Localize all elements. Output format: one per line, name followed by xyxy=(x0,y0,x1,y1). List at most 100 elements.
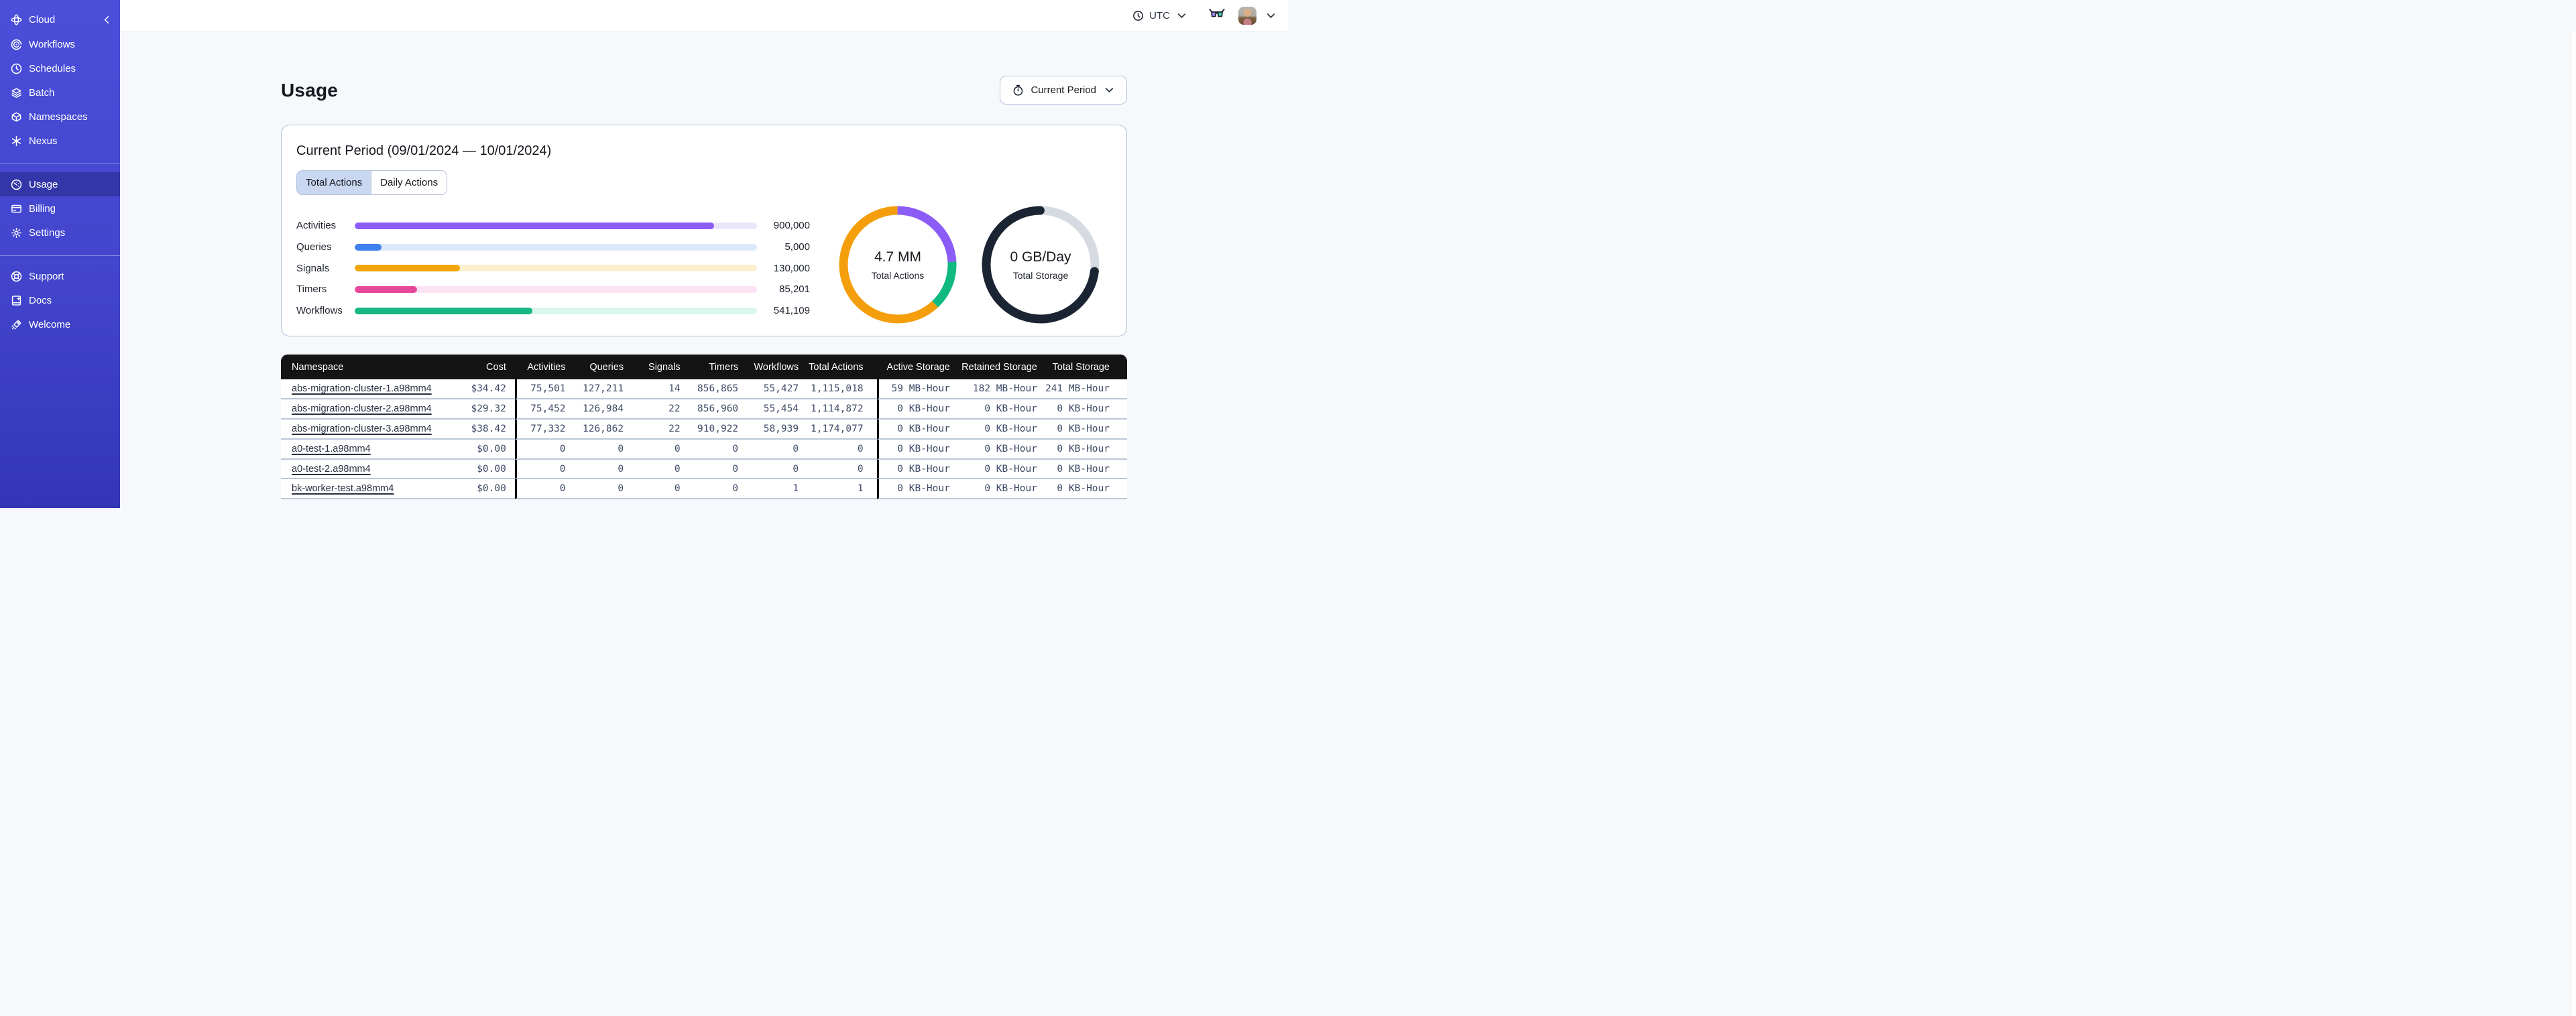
cell-retained-storage: 0 KB-Hour xyxy=(957,479,1045,500)
table-row: abs-migration-cluster-1.a98mm4 $34.42 75,5… xyxy=(281,379,1127,399)
table-row: a0-test-1.a98mm4 $0.00 0 0 0 0 0 0 0 KB-Hour 0 KB… xyxy=(281,439,1127,460)
clock-icon xyxy=(1131,9,1145,23)
sidebar-item-billing[interactable]: Billing xyxy=(0,196,120,220)
cell-workflows: 0 xyxy=(746,459,807,480)
sidebar-item-label: Namespaces xyxy=(29,111,88,123)
table-body: abs-migration-cluster-1.a98mm4 $34.42 75,5… xyxy=(281,379,1127,500)
cell-active-storage: 0 KB-Hour xyxy=(876,419,958,440)
cell-signals: 0 xyxy=(632,479,689,500)
sidebar-item-welcome[interactable]: Welcome xyxy=(0,312,120,336)
lifebuoy-icon xyxy=(9,269,23,283)
sidebar-brand[interactable]: Cloud xyxy=(0,7,120,32)
namespace-cell[interactable]: a0-test-2.a98mm4 xyxy=(281,459,434,480)
sidebar-item-usage[interactable]: Usage xyxy=(0,172,120,196)
cell-total-actions: 1,174,077 xyxy=(807,419,877,440)
labs-mode-toggle[interactable] xyxy=(1208,7,1226,24)
temporal-logo-icon xyxy=(9,13,23,26)
sidebar-item-schedules[interactable]: Schedules xyxy=(0,56,120,80)
cell-total-actions: 0 xyxy=(807,459,877,480)
cell-activities: 77,332 xyxy=(514,419,574,440)
cell-total-actions: 1 xyxy=(807,479,877,500)
avatar[interactable] xyxy=(1238,7,1256,25)
sidebar-item-batch[interactable]: Batch xyxy=(0,80,120,105)
timezone-label: UTC xyxy=(1149,10,1170,21)
table-row: abs-migration-cluster-2.a98mm4 $29.32 75,4… xyxy=(281,399,1127,420)
namespace-link[interactable]: abs-migration-cluster-2.a98mm4 xyxy=(292,403,432,414)
bar-track xyxy=(355,307,757,314)
cell-cost: $0.00 xyxy=(434,439,515,460)
cell-total-storage: 0 KB-Hour xyxy=(1045,459,1127,480)
brand-label: Cloud xyxy=(29,13,56,25)
column-header-signals: Signals xyxy=(632,355,689,379)
stopwatch-icon xyxy=(1011,84,1024,97)
collapse-sidebar-button[interactable] xyxy=(100,13,113,26)
cell-total-actions: 1,115,018 xyxy=(807,379,877,399)
usage-bar-chart: Activities 900,000 Queries 5,000 Signals… xyxy=(296,215,810,321)
usage-bar-row: Timers 85,201 xyxy=(296,279,810,300)
namespace-link[interactable]: bk-worker-test.a98mm4 xyxy=(292,483,394,494)
sidebar-item-docs[interactable]: Docs xyxy=(0,288,120,312)
gauge-icon xyxy=(9,178,23,191)
namespace-link[interactable]: abs-migration-cluster-3.a98mm4 xyxy=(292,424,432,434)
period-selector-button[interactable]: Current Period xyxy=(1000,76,1127,105)
cell-workflows: 55,427 xyxy=(746,379,807,399)
cell-signals: 22 xyxy=(632,419,689,440)
cell-cost: $34.42 xyxy=(434,379,515,399)
account-menu-button[interactable] xyxy=(1264,9,1277,23)
main-area: UTC Usage Current Period Current Period … xyxy=(120,0,1288,508)
bar-label: Queries xyxy=(296,241,332,253)
column-header-workflows: Workflows xyxy=(746,355,807,379)
cell-signals: 14 xyxy=(632,379,689,399)
cell-timers: 910,922 xyxy=(688,419,747,440)
cell-timers: 856,960 xyxy=(688,399,747,420)
bar-label: Timers xyxy=(296,283,327,296)
cell-retained-storage: 0 KB-Hour xyxy=(957,399,1045,420)
topbar: UTC xyxy=(120,0,1288,32)
namespace-link[interactable]: a0-test-2.a98mm4 xyxy=(292,464,371,474)
sidebar-item-label: Support xyxy=(29,270,64,282)
sidebar-item-label: Welcome xyxy=(29,318,71,330)
namespace-cell[interactable]: abs-migration-cluster-3.a98mm4 xyxy=(281,419,434,440)
sidebar-item-workflows[interactable]: Workflows xyxy=(0,32,120,56)
cell-total-actions: 0 xyxy=(807,439,877,460)
cell-cost: $29.32 xyxy=(434,399,515,420)
app-root: Cloud Workflows Schedules Batch Namespac… xyxy=(0,0,1288,508)
table-row: abs-migration-cluster-3.a98mm4 $38.42 77,3… xyxy=(281,419,1127,440)
cell-activities: 75,501 xyxy=(514,379,574,399)
namespace-cell[interactable]: abs-migration-cluster-1.a98mm4 xyxy=(281,379,434,399)
donut-value: 0 GB/Day xyxy=(1010,249,1071,265)
cell-workflows: 58,939 xyxy=(746,419,807,440)
cell-timers: 856,865 xyxy=(688,379,747,399)
sidebar-item-settings[interactable]: Settings xyxy=(0,220,120,245)
bar-fill xyxy=(355,285,417,293)
namespace-link[interactable]: abs-migration-cluster-1.a98mm4 xyxy=(292,383,432,394)
cell-active-storage: 0 KB-Hour xyxy=(876,439,958,460)
scrollbar[interactable] xyxy=(2571,32,2576,1016)
namespace-cell[interactable]: abs-migration-cluster-2.a98mm4 xyxy=(281,399,434,420)
sidebar-item-namespaces[interactable]: Namespaces xyxy=(0,105,120,129)
namespace-cell[interactable]: bk-worker-test.a98mm4 xyxy=(281,479,434,500)
bar-fill xyxy=(355,243,382,251)
column-header-activities: Activities xyxy=(514,355,574,379)
bar-value: 85,201 xyxy=(779,283,810,296)
tab-total-actions[interactable]: Total Actions xyxy=(297,171,371,194)
cell-retained-storage: 182 MB-Hour xyxy=(957,379,1045,399)
credit-card-icon xyxy=(9,202,23,215)
cell-active-storage: 0 KB-Hour xyxy=(876,479,958,500)
tab-daily-actions[interactable]: Daily Actions xyxy=(371,171,447,194)
schedules-icon xyxy=(9,62,23,75)
sidebar-item-support[interactable]: Support xyxy=(0,264,120,288)
timezone-selector[interactable]: UTC xyxy=(1131,9,1188,23)
cell-total-storage: 0 KB-Hour xyxy=(1045,479,1127,500)
period-selector-label: Current Period xyxy=(1031,84,1096,96)
cell-retained-storage: 0 KB-Hour xyxy=(957,459,1045,480)
namespace-cell[interactable]: a0-test-1.a98mm4 xyxy=(281,439,434,460)
batch-icon xyxy=(9,86,23,99)
sidebar-item-nexus[interactable]: Nexus xyxy=(0,129,120,153)
namespace-link[interactable]: a0-test-1.a98mm4 xyxy=(292,444,371,454)
usage-bar-row: Workflows 541,109 xyxy=(296,300,810,322)
bar-value: 130,000 xyxy=(773,262,810,274)
bar-label: Activities xyxy=(296,220,337,232)
sidebar-item-label: Nexus xyxy=(29,135,58,147)
page-title: Usage xyxy=(281,79,339,101)
